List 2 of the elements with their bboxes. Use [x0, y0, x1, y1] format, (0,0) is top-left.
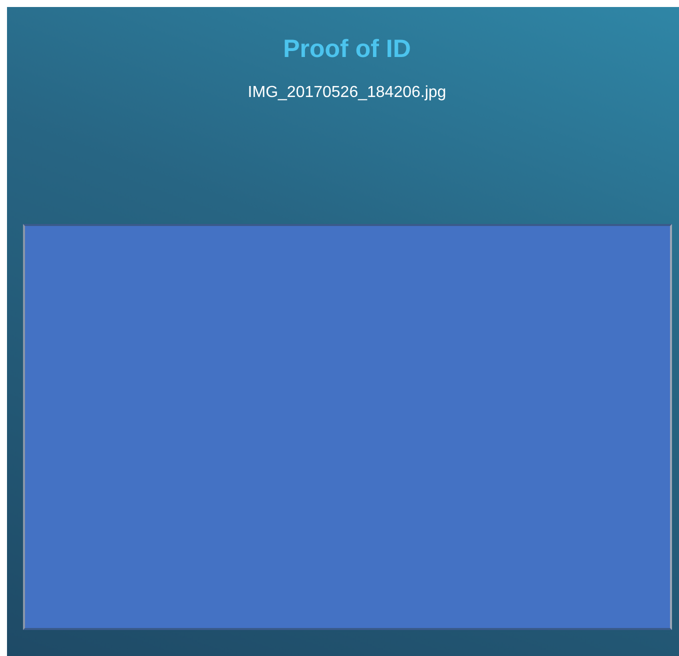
dialog-title: Proof of ID	[283, 35, 411, 64]
file-name: IMG_20170526_184206.jpg	[248, 84, 446, 102]
